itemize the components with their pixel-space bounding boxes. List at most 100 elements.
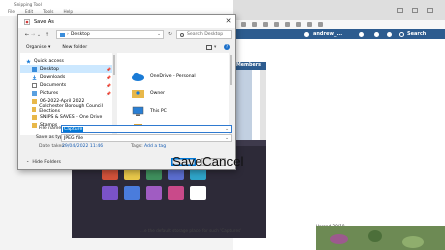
command-bar: Organise ▾ New folder ▾ ? (18, 42, 235, 52)
mail-icon[interactable] (374, 31, 379, 37)
toolbar-icon[interactable] (285, 22, 290, 27)
folder-icon (32, 122, 37, 128)
cancel-button[interactable]: Cancel (201, 155, 244, 168)
pin-icon[interactable]: 📌 (106, 83, 111, 88)
save-button[interactable]: Save (171, 155, 202, 168)
download-icon (32, 74, 37, 80)
toolbar-icon[interactable] (296, 22, 301, 27)
savetype-select[interactable]: JPEG file ⌄ (61, 134, 232, 142)
sidebar-item-label: Desktop (40, 66, 59, 72)
nav-pane-scrollbar[interactable] (112, 53, 116, 135)
view-options-icon[interactable] (206, 44, 212, 50)
sidebar-item-folder[interactable]: Colchester Borough Council Elections (20, 104, 112, 114)
map-thumbnail (316, 226, 445, 250)
breadcrumb-desktop[interactable]: Desktop (71, 32, 90, 37)
folder-icon (32, 114, 37, 120)
refresh-icon[interactable]: ↻ (166, 30, 174, 39)
chevron-up-icon: ⌃ (26, 160, 30, 165)
chevron-down-icon[interactable]: ⌄ (225, 127, 229, 132)
filename-field[interactable]: Capture ⌄ (61, 125, 232, 133)
hide-folders-button[interactable]: ⌃ Hide Folders (26, 160, 61, 165)
sidebar-item-label: 06-2022-April 2022 (40, 98, 85, 104)
save-as-dialog: Save As ✕ ← → ⌄ ↑ › Desktop ⌄ ↻ Search D… (17, 14, 244, 170)
sidebar-item-folder[interactable]: SNIPS & SAVES - One Drive (20, 113, 112, 121)
dialog-titlebar: Save As ✕ (18, 15, 235, 28)
hide-folders-label: Hide Folders (32, 160, 61, 165)
chevron-down-icon[interactable]: ▾ (214, 45, 216, 50)
close-icon[interactable] (427, 7, 433, 13)
toolbar-icon[interactable] (274, 22, 279, 27)
star-icon (26, 58, 31, 64)
toolbar-icon[interactable] (318, 22, 323, 27)
browser-window-controls (233, 0, 445, 20)
desktop-folder-icon (32, 66, 37, 72)
toolbar-icon[interactable] (307, 22, 312, 27)
folder-icon (32, 98, 37, 104)
sidebar-item-label: Documents (40, 82, 67, 88)
sidebar-item-downloads[interactable]: Downloads 📌 (20, 73, 112, 81)
avatar-icon[interactable] (359, 31, 364, 37)
file-list-scrollbar[interactable] (229, 53, 233, 135)
sidebar-item-label: Quick access (34, 58, 64, 64)
new-folder-button[interactable]: New folder (62, 45, 87, 50)
forum-side-panel (260, 70, 266, 148)
file-item-label: Owner (150, 90, 165, 96)
navigation-pane: Quick access Desktop 📌 Downloads 📌 Docum… (20, 53, 116, 135)
forum-username[interactable]: andrew_... (313, 31, 342, 37)
up-arrow-icon[interactable]: ↑ (44, 32, 50, 38)
browser-toolbar (233, 20, 445, 29)
breadcrumb-separator: › (67, 32, 69, 37)
computer-icon (132, 106, 144, 116)
sidebar-item-desktop[interactable]: Desktop 📌 (20, 65, 112, 73)
minimize-icon[interactable] (397, 7, 403, 13)
search-icon (180, 32, 184, 37)
toolbar-icon[interactable] (263, 22, 268, 27)
pin-icon[interactable]: 📌 (106, 75, 111, 80)
list-item[interactable]: OneDrive - Personal (131, 69, 196, 83)
pictures-icon (32, 90, 37, 96)
search-icon[interactable] (399, 31, 404, 37)
forum-search-link[interactable]: Search (407, 31, 426, 37)
menu-file[interactable]: File (8, 9, 15, 17)
folder-icon (60, 32, 65, 37)
organise-button[interactable]: Organise ▾ (26, 45, 50, 50)
list-item[interactable]: Owner (131, 86, 165, 100)
address-bar[interactable]: › Desktop ⌄ (56, 30, 164, 39)
snipping-tool-title: Snipping Tool (14, 2, 42, 7)
file-item-label: This PC (150, 108, 167, 114)
pin-icon[interactable]: 📌 (106, 67, 111, 72)
toolbar-icon[interactable] (252, 22, 257, 27)
chevron-down-icon[interactable]: ⌄ (225, 136, 229, 141)
user-folder-icon (132, 89, 144, 98)
dialog-navbar: ← → ⌄ ↑ › Desktop ⌄ ↻ Search Desktop (18, 28, 235, 41)
forum-navbar: andrew_... Search (233, 29, 445, 39)
sidebar-item-pictures[interactable]: Pictures 📌 (20, 89, 112, 97)
document-icon (32, 82, 37, 88)
filename-label: File name: (39, 126, 63, 131)
sidebar-item-label: SNIPS & SAVES - One Drive (40, 114, 103, 120)
list-item[interactable]: This PC (131, 104, 167, 118)
help-icon[interactable]: ? (224, 44, 230, 50)
close-icon[interactable]: ✕ (222, 15, 235, 28)
chevron-down-icon[interactable]: ⌄ (157, 32, 161, 37)
savetype-value: JPEG file (64, 135, 84, 141)
sidebar-item-label: Pictures (40, 90, 59, 96)
recent-locations-icon[interactable]: ⌄ (36, 32, 42, 38)
cloud-icon (132, 72, 144, 81)
bell-icon[interactable] (387, 31, 392, 37)
sidebar-item-quick-access[interactable]: Quick access (20, 57, 112, 65)
notification-icon[interactable] (304, 31, 309, 37)
maximize-icon[interactable] (412, 7, 418, 13)
post-caption: ...e the default storage place for such … (140, 228, 242, 233)
file-list: OneDrive - Personal Owner This PC Librar… (117, 53, 233, 135)
filename-value[interactable]: Capture (63, 126, 84, 132)
search-input[interactable]: Search Desktop (176, 30, 232, 39)
sidebar-item-documents[interactable]: Documents 📌 (20, 81, 112, 89)
tags-label: Tags: (131, 144, 143, 149)
tags-input[interactable]: Add a tag (144, 144, 166, 149)
toolbar-icon[interactable] (241, 22, 246, 27)
date-taken-value[interactable]: 29/04/2022 11:46 (62, 144, 103, 149)
folder-icon (32, 106, 37, 112)
search-placeholder: Search Desktop (187, 32, 224, 37)
pin-icon[interactable]: 📌 (106, 91, 111, 96)
